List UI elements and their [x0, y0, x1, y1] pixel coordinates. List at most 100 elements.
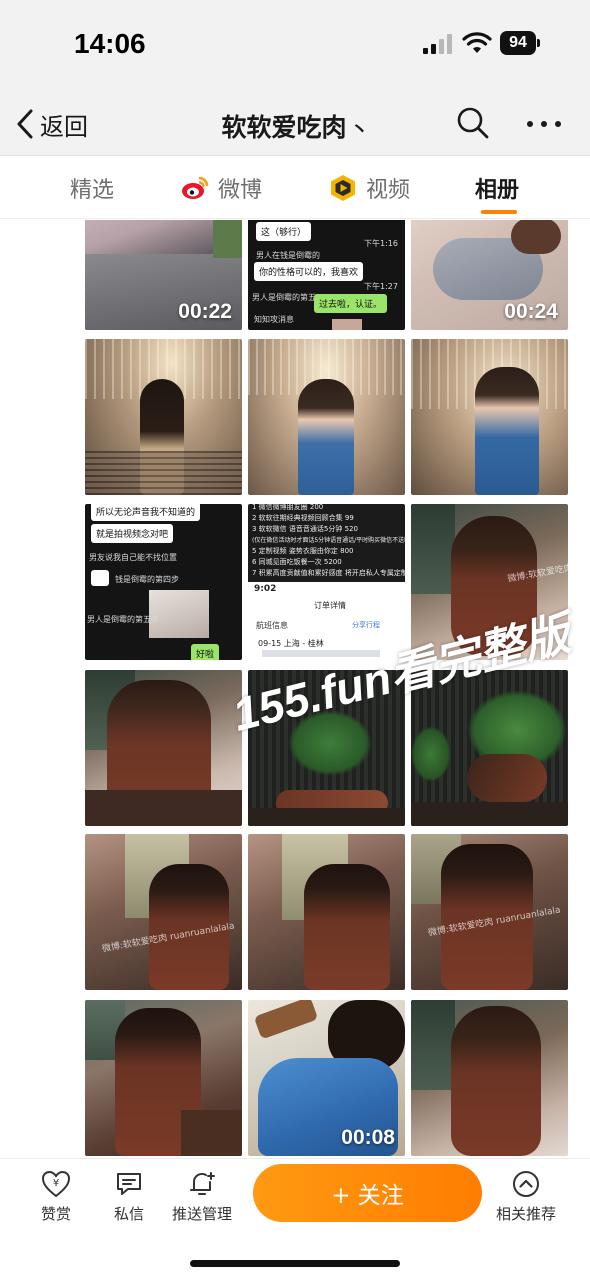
bell-icon	[190, 1172, 215, 1195]
related-label: 相关推荐	[495, 1205, 556, 1223]
hair-shape	[511, 220, 561, 254]
battery-tip	[537, 39, 540, 47]
weibo-icon	[182, 176, 209, 199]
order-header: 订单详情	[314, 601, 346, 610]
tab-featured[interactable]: 精选	[70, 171, 114, 205]
search-icon[interactable]	[456, 106, 490, 140]
order-section: 航班信息	[256, 621, 288, 630]
wifi-icon	[462, 32, 492, 53]
chat-line: 知知攻消息	[254, 315, 294, 324]
chat-line: 钱是倒霉的第四步	[115, 575, 179, 584]
chat-line: 男人在钱是倒霉的	[256, 251, 320, 260]
menu-line: 2 软软往期经典视频回顾合集 99	[252, 514, 354, 522]
chat-bubble: 你的性格可以的，我喜欢	[254, 262, 364, 281]
video-duration: 00:24	[504, 300, 558, 323]
order-route: 09-15 上海 - 桂林	[258, 639, 324, 648]
photo-thumbnail[interactable]	[411, 339, 568, 495]
related-button[interactable]: 相关推荐	[486, 1169, 566, 1224]
bench-shape	[181, 1110, 242, 1156]
share-link: 分享行程	[352, 621, 380, 629]
status-bar: 14:06 94	[0, 0, 590, 92]
chat-time: 下午1:27	[364, 282, 398, 291]
tab-album[interactable]: 相册	[475, 171, 519, 205]
video-thumbnail[interactable]: 00:24	[411, 220, 568, 330]
photo-thumbnail[interactable]	[85, 339, 242, 495]
photo-thumbnail[interactable]: 微博:软软爱吃肉 ruanruanlalala	[85, 834, 242, 990]
floor-shape	[85, 451, 242, 495]
tab-weibo-label: 微博	[218, 178, 263, 203]
menu-line: 6 同城见面吃饭餐一次 5200	[252, 558, 342, 566]
reward-heart-icon: ¥	[41, 1170, 71, 1198]
window-shape	[411, 504, 455, 594]
photo-thumbnail[interactable]	[248, 670, 405, 826]
photo-thumbnail[interactable]	[248, 339, 405, 495]
video-thumbnail[interactable]: 00:08	[248, 1000, 405, 1156]
status-time: 14:06	[74, 28, 146, 59]
chat-time: 下午1:16	[364, 239, 398, 248]
photo-thumbnail[interactable]	[411, 670, 568, 826]
message-button[interactable]: 私信	[89, 1169, 169, 1224]
menu-card: 1 微信微博朋友圈 200 2 软软往期经典视频回顾合集 99 3 软软微信 语…	[248, 504, 405, 582]
chat-bubble: 过去啦，认证。	[314, 294, 388, 313]
chat-screenshot[interactable]: 所以无论声音我不知道的 就是拍视频念对吧 男友说我自己能不找位置 钱是倒霉的第四…	[85, 504, 242, 660]
floor-shape	[411, 802, 568, 826]
chat-bubble: 这（够行）	[256, 222, 312, 241]
photo-grid: 00:22 这（够行） 下午1:16 男人在钱是倒霉的 你的性格可以的，我喜欢 …	[0, 220, 590, 1158]
menu-line: 7 积累高度贡献值和累好感度 将开启私人专属定制	[252, 569, 405, 577]
chat-bubble: 就是拍视频念对吧	[91, 524, 174, 543]
more-icon[interactable]	[526, 114, 562, 134]
reward-button[interactable]: ¥ 赞赏	[16, 1169, 96, 1224]
video-thumbnail[interactable]: 00:22	[85, 220, 242, 330]
signal-icon	[423, 34, 452, 54]
chat-line: 男人是倒霉的第五	[252, 293, 316, 302]
svg-text:¥: ¥	[53, 1178, 59, 1189]
figure-shape	[451, 516, 537, 656]
nav-header: 返回 软软爱吃肉丶	[0, 92, 590, 156]
message-icon	[117, 1173, 141, 1195]
tab-album-label: 相册	[475, 178, 520, 203]
redacted-bar	[262, 650, 380, 657]
follow-label: + 关注	[331, 1183, 404, 1209]
chat-emoji-bubble	[91, 570, 109, 586]
photo-thumbnail[interactable]	[248, 834, 405, 990]
tab-video-label: 视频	[366, 178, 411, 203]
figure-shape	[475, 367, 539, 495]
chat-image	[332, 319, 362, 330]
menu-line: 5 定制视频 姿势衣服由你定 800	[252, 547, 354, 555]
photo-thumbnail[interactable]	[85, 1000, 242, 1156]
video-duration: 00:22	[178, 300, 232, 323]
bench-shape	[85, 790, 242, 826]
menu-line: 1 微信微博朋友圈 200	[252, 504, 324, 511]
window-shape	[411, 1000, 455, 1090]
chat-screenshot[interactable]: 这（够行） 下午1:16 男人在钱是倒霉的 你的性格可以的，我喜欢 下午1:27…	[248, 220, 405, 330]
figure-shape	[467, 754, 547, 802]
menu-line: 3 软软微信 语音音通话5分钟 520	[252, 525, 358, 533]
tab-weibo[interactable]: 微博	[180, 171, 262, 205]
figure-shape	[149, 864, 229, 990]
figure-shape	[451, 1006, 541, 1156]
title-arrow: 丶	[350, 120, 369, 141]
chat-bubble: 好啦	[191, 644, 220, 660]
video-play-icon	[331, 175, 355, 201]
tab-video[interactable]: 视频	[328, 171, 410, 205]
push-manage-button[interactable]: 推送管理	[162, 1169, 242, 1224]
message-label: 私信	[113, 1205, 144, 1223]
reward-label: 赞赏	[40, 1205, 71, 1223]
page-title[interactable]: 软软爱吃肉丶	[0, 108, 590, 144]
photo-thumbnail[interactable]	[85, 670, 242, 826]
figure-shape	[304, 864, 390, 990]
chat-bubble: 所以无论声音我不知道的	[91, 504, 201, 521]
home-indicator	[190, 1260, 400, 1267]
floor-shape	[248, 808, 405, 826]
photo-thumbnail[interactable]: 微博:软软爱吃肉	[411, 504, 568, 660]
plant-shape	[411, 726, 451, 782]
battery-icon: 94	[500, 31, 540, 55]
order-screenshot[interactable]: 1 微信微博朋友圈 200 2 软软往期经典视频回顾合集 99 3 软软微信 语…	[248, 504, 405, 660]
chat-line: 男人是倒霉的第五步	[87, 615, 159, 624]
photo-thumbnail[interactable]	[411, 1000, 568, 1156]
follow-button[interactable]: + 关注	[253, 1164, 482, 1222]
tab-bar: 精选 微博 视频 相册	[0, 157, 590, 219]
tab-featured-label: 精选	[70, 178, 115, 203]
battery-level: 94	[500, 31, 536, 55]
photo-thumbnail[interactable]: 微博:软软爱吃肉 ruanruanlalala	[411, 834, 568, 990]
